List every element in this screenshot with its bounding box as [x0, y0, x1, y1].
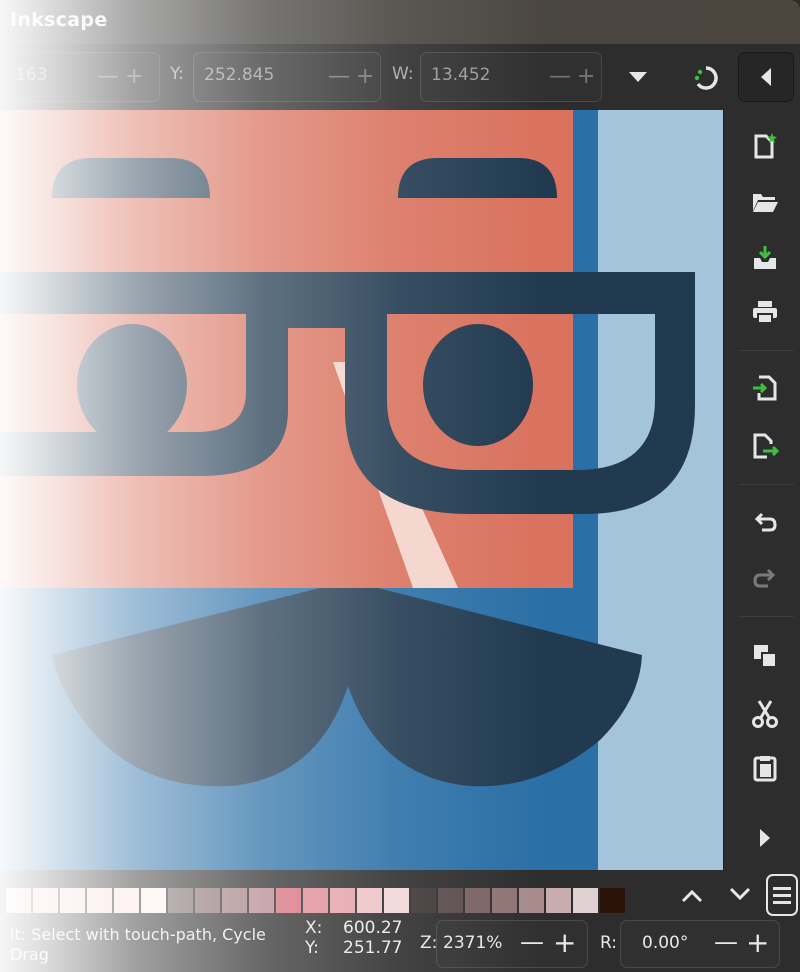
status-message-line2: Drag	[10, 945, 49, 964]
y-label: Y:	[170, 64, 184, 84]
palette-scroll-up-button[interactable]	[676, 880, 708, 912]
palette-swatch[interactable]	[600, 888, 625, 913]
triangle-left-icon	[761, 68, 771, 86]
palette-swatch[interactable]	[492, 888, 517, 913]
palette-swatch[interactable]	[222, 888, 247, 913]
print-icon	[753, 301, 777, 324]
y-field-value: 252.845	[204, 65, 275, 85]
palette-swatch[interactable]	[330, 888, 355, 913]
x-decrement-button[interactable]: —	[97, 64, 119, 90]
new-document-icon	[754, 133, 777, 159]
import-icon	[753, 375, 777, 401]
drawing-canvas[interactable]	[0, 110, 723, 870]
palette-swatch[interactable]	[87, 888, 112, 913]
triangle-right-icon	[760, 829, 770, 847]
palette-swatch[interactable]	[249, 888, 274, 913]
open-button[interactable]	[740, 180, 790, 224]
separator	[738, 616, 794, 617]
status-message-line1: lt: Select with touch-path, Cycle	[10, 925, 266, 944]
undo-button[interactable]	[740, 500, 790, 544]
rotation-value[interactable]: 0.00°	[642, 933, 688, 953]
export-icon	[753, 433, 779, 459]
separator	[738, 350, 794, 351]
rotation-label: R:	[600, 933, 618, 953]
cursor-y-value: 251.77	[343, 938, 403, 958]
zoom-label: Z:	[420, 933, 438, 953]
duplicate-button[interactable]	[740, 634, 790, 678]
palette-swatch[interactable]	[411, 888, 436, 913]
palette-swatch[interactable]	[303, 888, 328, 913]
w-field-value: 13.452	[431, 65, 491, 85]
chevron-up-icon	[681, 889, 703, 903]
w-field[interactable]: 13.452 — +	[420, 52, 602, 102]
palette-swatch[interactable]	[168, 888, 193, 913]
cursor-y-label: Y:	[305, 938, 319, 958]
redo-button[interactable]	[740, 556, 790, 600]
redo-icon	[753, 568, 776, 588]
y-decrement-button[interactable]: —	[328, 64, 350, 90]
cut-icon	[752, 700, 778, 728]
paste-button[interactable]	[740, 746, 790, 790]
left-eye	[77, 324, 187, 446]
palette-swatch[interactable]	[6, 888, 31, 913]
y-increment-button[interactable]: +	[356, 64, 374, 90]
triangle-down-icon	[629, 72, 647, 82]
cut-button[interactable]	[740, 692, 790, 736]
import-button[interactable]	[740, 366, 790, 410]
palette-swatch[interactable]	[438, 888, 463, 913]
save-icon	[754, 246, 776, 269]
dropdown-button[interactable]	[620, 60, 656, 94]
left-eyebrow	[52, 158, 210, 198]
palette-swatch[interactable]	[276, 888, 301, 913]
snap-button[interactable]	[686, 58, 726, 98]
separator	[738, 484, 794, 485]
undo-icon	[754, 512, 777, 532]
chevron-down-icon	[729, 887, 751, 901]
open-folder-icon	[753, 194, 778, 212]
rotate-ccw-button[interactable]: —	[714, 928, 738, 956]
export-button[interactable]	[740, 424, 790, 468]
palette-swatch[interactable]	[60, 888, 85, 913]
palette-swatch[interactable]	[357, 888, 382, 913]
zoom-out-button[interactable]: —	[520, 928, 544, 956]
snap-icon	[694, 66, 718, 90]
duplicate-icon	[754, 645, 777, 668]
cursor-x-label: X:	[305, 918, 323, 938]
rotate-cw-button[interactable]: +	[746, 926, 769, 959]
palette-swatch[interactable]	[195, 888, 220, 913]
cursor-x-value: 600.27	[343, 918, 403, 938]
palette-scroll-down-button[interactable]	[724, 878, 756, 910]
print-button[interactable]	[740, 290, 790, 334]
w-decrement-button[interactable]: —	[549, 64, 571, 90]
y-field[interactable]: 252.845 — +	[193, 52, 381, 102]
app-title: Inkscape	[10, 9, 108, 31]
title-bar: Inkscape	[0, 0, 800, 44]
palette-swatch[interactable]	[384, 888, 409, 913]
paste-icon	[753, 756, 777, 782]
palette-swatch[interactable]	[114, 888, 139, 913]
artwork-face	[0, 110, 723, 870]
x-increment-button[interactable]: +	[125, 64, 143, 90]
palette-menu-button[interactable]	[766, 874, 798, 916]
palette-swatch[interactable]	[546, 888, 571, 913]
right-eyebrow	[398, 158, 557, 198]
palette-swatch[interactable]	[465, 888, 490, 913]
more-commands-button[interactable]	[740, 816, 790, 860]
new-document-button[interactable]	[740, 124, 790, 168]
x-field[interactable]: 163 — +	[0, 52, 160, 102]
zoom-value[interactable]: 2371%	[443, 933, 502, 953]
palette-swatch[interactable]	[519, 888, 544, 913]
w-label: W:	[392, 64, 414, 84]
save-button[interactable]	[740, 236, 790, 280]
palette-swatch[interactable]	[33, 888, 58, 913]
collapse-toolbar-button[interactable]	[738, 52, 794, 102]
right-eye	[423, 324, 533, 446]
hamburger-icon	[773, 887, 791, 904]
zoom-in-button[interactable]: +	[553, 926, 576, 959]
x-field-value: 163	[15, 65, 48, 85]
w-increment-button[interactable]: +	[577, 64, 595, 90]
palette-swatch[interactable]	[141, 888, 166, 913]
palette-swatch[interactable]	[573, 888, 598, 913]
